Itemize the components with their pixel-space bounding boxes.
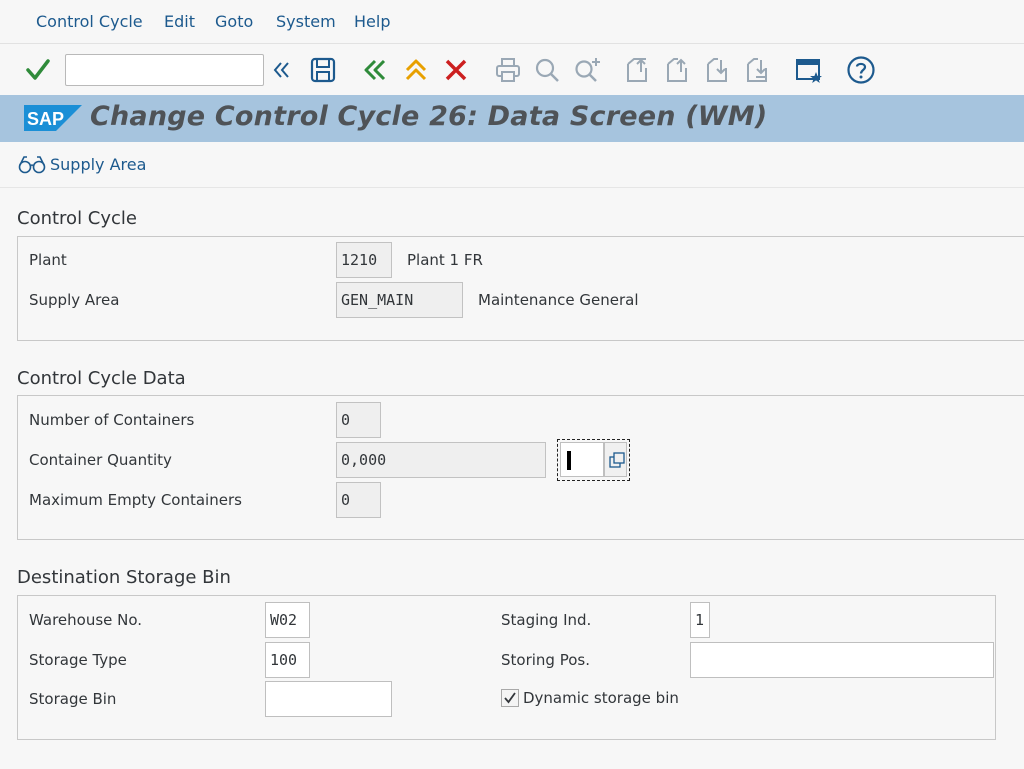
- svg-text:SAP: SAP: [27, 109, 64, 129]
- save-icon[interactable]: [306, 53, 340, 87]
- dynamic-storage-bin-label: Dynamic storage bin: [523, 689, 679, 707]
- command-field[interactable]: [65, 54, 264, 86]
- plant-label: Plant: [29, 251, 67, 269]
- first-page-icon: [621, 53, 655, 87]
- staging-indicator-field[interactable]: 1: [690, 602, 710, 638]
- menu-bar: Control Cycle Edit Goto System Help: [0, 0, 1024, 44]
- cancel-icon[interactable]: [439, 53, 473, 87]
- unit-field[interactable]: [560, 442, 604, 477]
- storing-position-label: Storing Pos.: [501, 651, 590, 669]
- prev-page-icon: [661, 53, 695, 87]
- control-cycle-data-group: Number of Containers 0 Container Quantit…: [17, 395, 1024, 540]
- storage-bin-label: Storage Bin: [29, 690, 117, 708]
- plant-field[interactable]: 1210: [336, 242, 392, 278]
- value-help-button[interactable]: [604, 442, 627, 477]
- value-help-icon: [609, 452, 625, 468]
- staging-indicator-label: Staging Ind.: [501, 611, 592, 629]
- sap-logo-icon: SAP: [24, 105, 82, 131]
- last-page-icon: [741, 53, 775, 87]
- checkmark-icon: [504, 692, 516, 704]
- find-next-icon: [570, 53, 604, 87]
- destination-storage-bin-group: Warehouse No. W02 Storage Type 100 Stora…: [17, 595, 996, 740]
- storage-type-label: Storage Type: [29, 651, 127, 669]
- help-icon[interactable]: [844, 53, 878, 87]
- warehouse-number-field[interactable]: W02: [265, 602, 310, 638]
- supply-area-label: Supply Area: [50, 154, 147, 174]
- menu-edit[interactable]: Edit: [164, 12, 195, 31]
- dynamic-storage-bin-checkbox[interactable]: [501, 689, 519, 707]
- exit-icon[interactable]: [399, 53, 433, 87]
- destination-storage-bin-heading: Destination Storage Bin: [17, 567, 231, 588]
- supply-area-field-label: Supply Area: [29, 291, 120, 309]
- control-cycle-heading: Control Cycle: [17, 208, 137, 229]
- number-of-containers-label: Number of Containers: [29, 411, 195, 429]
- supply-area-description: Maintenance General: [478, 291, 639, 309]
- next-page-icon: [701, 53, 735, 87]
- supply-area-field[interactable]: GEN_MAIN: [336, 282, 463, 318]
- storing-position-field[interactable]: [690, 642, 994, 678]
- container-quantity-field[interactable]: 0,000: [336, 442, 546, 478]
- menu-control-cycle[interactable]: Control Cycle: [36, 12, 143, 31]
- supply-area-button[interactable]: Supply Area: [18, 154, 146, 174]
- control-cycle-group: Plant 1210 Plant 1 FR Supply Area GEN_MA…: [17, 236, 1024, 341]
- unit-field-focus: [557, 439, 630, 481]
- max-empty-containers-label: Maximum Empty Containers: [29, 491, 242, 509]
- back-icon[interactable]: [358, 53, 392, 87]
- title-bar: SAP Change Control Cycle 26: Data Screen…: [0, 95, 1024, 142]
- max-empty-containers-field[interactable]: 0: [336, 482, 381, 518]
- text-cursor: [567, 451, 571, 470]
- plant-description: Plant 1 FR: [407, 251, 483, 269]
- menu-help[interactable]: Help: [354, 12, 390, 31]
- glasses-icon: [18, 156, 46, 174]
- double-left-icon[interactable]: [265, 53, 299, 87]
- print-icon: [491, 53, 525, 87]
- standard-toolbar: [0, 45, 1024, 95]
- find-icon: [530, 53, 564, 87]
- warehouse-number-label: Warehouse No.: [29, 611, 143, 629]
- check-icon[interactable]: [21, 53, 55, 87]
- storage-type-field[interactable]: 100: [265, 642, 310, 678]
- control-cycle-data-heading: Control Cycle Data: [17, 368, 186, 389]
- container-quantity-label: Container Quantity: [29, 451, 172, 469]
- menu-goto[interactable]: Goto: [215, 12, 253, 31]
- application-toolbar: Supply Area: [0, 142, 1024, 188]
- storage-bin-field[interactable]: [265, 681, 392, 717]
- new-session-icon[interactable]: [792, 53, 826, 87]
- menu-system[interactable]: System: [276, 12, 336, 31]
- number-of-containers-field[interactable]: 0: [336, 402, 381, 438]
- page-title: Change Control Cycle 26: Data Screen (WM…: [90, 101, 768, 132]
